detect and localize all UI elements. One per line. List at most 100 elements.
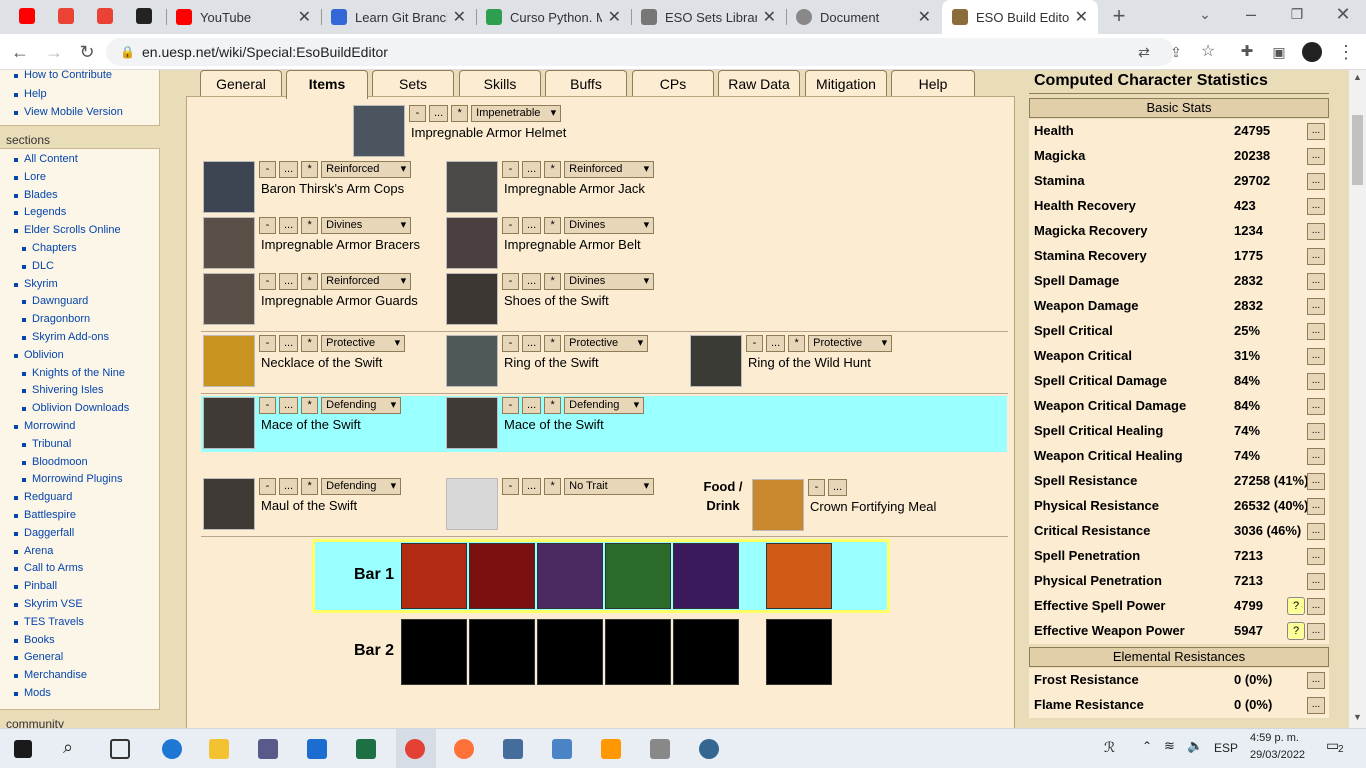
item-icon[interactable]: [203, 217, 255, 269]
item-more-button[interactable]: ...: [522, 397, 542, 414]
bar1-ultimate-slot[interactable]: [766, 543, 832, 609]
sidebar-item[interactable]: Books: [14, 634, 55, 646]
sidebar-item[interactable]: Morrowind: [13, 420, 75, 432]
sidebar-item[interactable]: Merchandise: [14, 669, 87, 681]
clear-item-button[interactable]: -: [746, 335, 763, 352]
browser-menu-icon[interactable]: ⋮: [1336, 42, 1356, 62]
edge-icon[interactable]: [162, 739, 182, 759]
sidebar-item[interactable]: Pinball: [13, 580, 57, 592]
side-panel-icon[interactable]: ▣: [1269, 42, 1289, 62]
clear-item-button[interactable]: -: [409, 105, 426, 122]
clear-item-button[interactable]: -: [502, 335, 519, 352]
windows-start-icon[interactable]: [14, 740, 32, 758]
sidebar-item[interactable]: Dawnguard: [21, 295, 88, 307]
item-enchant-button[interactable]: *: [544, 397, 562, 414]
item-enchant-button[interactable]: *: [544, 217, 562, 234]
sidebar-item[interactable]: Dragonborn: [21, 313, 90, 325]
clear-item-button[interactable]: -: [259, 335, 276, 352]
clear-item-button[interactable]: -: [259, 161, 276, 178]
trait-select[interactable]: Protective: [321, 335, 406, 352]
stat-details-button[interactable]: ...: [1307, 323, 1325, 340]
sidebar-item[interactable]: Shivering Isles: [22, 384, 104, 396]
item-icon[interactable]: [446, 478, 498, 530]
sidebar-item[interactable]: Skyrim Add-ons: [21, 331, 109, 343]
sidebar-link[interactable]: Help: [14, 88, 47, 100]
sidebar-link[interactable]: How to Contribute: [13, 70, 112, 81]
show-hidden-icons[interactable]: ⌃: [1142, 739, 1152, 753]
volume-icon[interactable]: 🔈: [1187, 738, 1203, 754]
tab-cps[interactable]: CPs: [632, 70, 714, 97]
sidebar-item[interactable]: Elder Scrolls Online: [14, 224, 121, 236]
stat-help-button[interactable]: ?: [1287, 597, 1305, 615]
browser-tab-python[interactable]: Curso Python. M ✕: [476, 0, 631, 34]
trait-select[interactable]: Reinforced: [564, 161, 655, 178]
sidebar-item[interactable]: Oblivion Downloads: [21, 402, 129, 414]
tab-mitigation[interactable]: Mitigation: [805, 70, 887, 97]
item-enchant-button[interactable]: *: [301, 217, 319, 234]
scroll-thumb[interactable]: [1352, 115, 1363, 185]
database-icon[interactable]: [650, 739, 670, 759]
profile-avatar[interactable]: [1302, 42, 1322, 62]
item-enchant-button[interactable]: *: [544, 478, 562, 495]
browser-tab-document[interactable]: Document ✕: [786, 0, 941, 34]
pinned-tab-gmail-2-icon[interactable]: [97, 8, 113, 24]
clock-time[interactable]: 4:59 p. m.: [1250, 732, 1299, 744]
sidebar-item[interactable]: Legends: [13, 206, 66, 218]
stat-details-button[interactable]: ...: [1307, 498, 1325, 515]
elemental-resistances-heading[interactable]: Elemental Resistances: [1029, 647, 1329, 667]
bar2-skill-slot[interactable]: [673, 619, 739, 685]
pinned-tab-gmail-icon[interactable]: [58, 8, 74, 24]
item-enchant-button[interactable]: *: [451, 105, 469, 122]
wifi-icon[interactable]: ≋: [1164, 738, 1175, 754]
clear-item-button[interactable]: -: [502, 478, 519, 495]
item-more-button[interactable]: ...: [279, 478, 299, 495]
bar1-skill-slot[interactable]: [605, 543, 671, 609]
bookmark-star-icon[interactable]: ☆: [1198, 42, 1218, 62]
stat-details-button[interactable]: ...: [1307, 148, 1325, 165]
bar2-skill-slot[interactable]: [537, 619, 603, 685]
stat-details-button[interactable]: ...: [1307, 398, 1325, 415]
tab-general[interactable]: General: [200, 70, 282, 97]
item-more-button[interactable]: ...: [522, 217, 542, 234]
sidebar-item[interactable]: Skyrim VSE: [14, 598, 83, 610]
network-app-icon[interactable]: [503, 739, 523, 759]
stat-help-button[interactable]: ?: [1287, 622, 1305, 640]
chrome-icon[interactable]: [405, 739, 425, 759]
sidebar-item[interactable]: TES Travels: [14, 616, 84, 628]
clear-item-button[interactable]: -: [259, 273, 276, 290]
item-icon[interactable]: [203, 273, 255, 325]
clear-food-button[interactable]: -: [808, 479, 825, 496]
stat-details-button[interactable]: ...: [1307, 123, 1325, 140]
bar1-skill-slot[interactable]: [673, 543, 739, 609]
item-enchant-button[interactable]: *: [544, 273, 562, 290]
reload-icon[interactable]: ↻: [77, 42, 97, 62]
stat-details-button[interactable]: ...: [1307, 623, 1325, 640]
stat-details-button[interactable]: ...: [1307, 548, 1325, 565]
item-icon[interactable]: [446, 217, 498, 269]
basic-stats-heading[interactable]: Basic Stats: [1029, 98, 1329, 118]
item-icon[interactable]: [203, 397, 255, 449]
stat-details-button[interactable]: ...: [1307, 173, 1325, 190]
tab-raw-data[interactable]: Raw Data: [718, 70, 800, 97]
trait-select[interactable]: Divines: [564, 217, 655, 234]
bar1-skill-slot[interactable]: [401, 543, 467, 609]
sidebar-item[interactable]: Redguard: [13, 491, 72, 503]
stat-details-button[interactable]: ...: [1307, 672, 1325, 689]
item-more-button[interactable]: ...: [279, 161, 299, 178]
browser-tab-eso-build-editor[interactable]: ESO Build Editor ✕: [942, 0, 1098, 34]
item-more-button[interactable]: ...: [279, 217, 299, 234]
mail-icon[interactable]: [307, 739, 327, 759]
stat-details-button[interactable]: ...: [1307, 423, 1325, 440]
sidebar-item[interactable]: Battlespire: [14, 509, 76, 521]
tab-buffs[interactable]: Buffs: [545, 70, 627, 97]
sidebar-link[interactable]: View Mobile Version: [14, 106, 123, 118]
browser-tab-youtube[interactable]: YouTube ✕: [166, 0, 321, 34]
stat-details-button[interactable]: ...: [1307, 198, 1325, 215]
trait-select[interactable]: Defending: [564, 397, 645, 414]
task-view-icon[interactable]: [110, 739, 130, 759]
item-more-button[interactable]: ...: [429, 105, 449, 122]
clear-item-button[interactable]: -: [502, 217, 519, 234]
bar2-skill-slot[interactable]: [605, 619, 671, 685]
bar1-skill-slot[interactable]: [469, 543, 535, 609]
item-enchant-button[interactable]: *: [301, 478, 319, 495]
